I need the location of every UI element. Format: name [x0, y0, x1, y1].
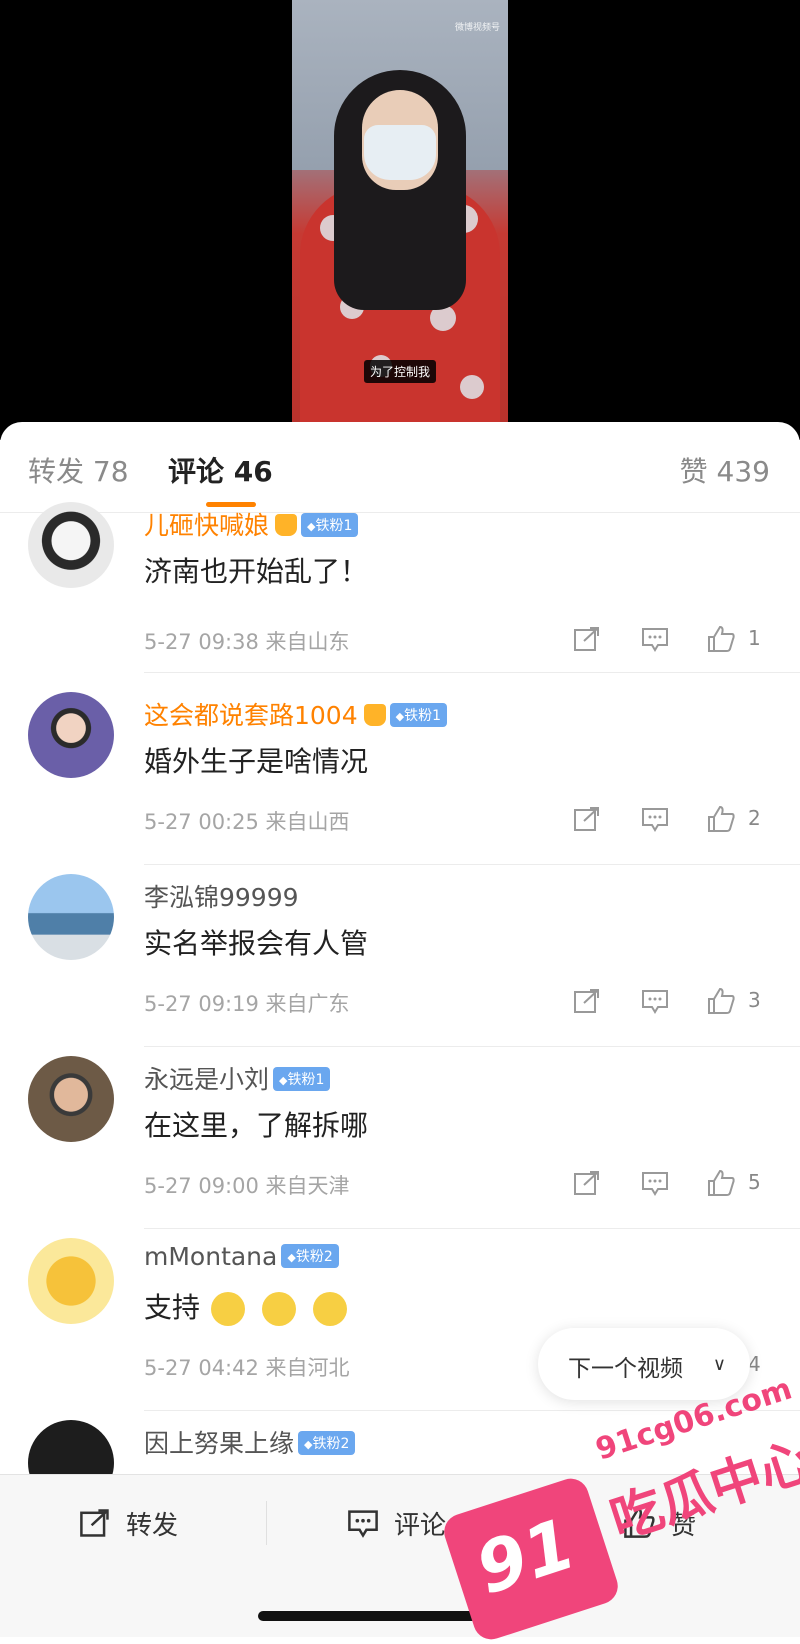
comment-text: 实名举报会有人管: [144, 927, 369, 960]
comment-username[interactable]: 永远是小刘铁粉1: [144, 1060, 331, 1096]
comment-meta: 5-27 00:25 来自山西: [144, 810, 350, 834]
comment-meta: 5-27 04:42 来自河北: [144, 1356, 350, 1380]
tab-like-count: 439: [716, 455, 770, 488]
video-watermark: 微博视频号: [454, 23, 500, 33]
reply-icon[interactable]: [640, 804, 670, 834]
emoji-icon: [210, 1292, 245, 1326]
thumbs-up-icon[interactable]: [706, 804, 736, 834]
username-text: 因上努果上缘: [144, 1429, 295, 1458]
site-watermark: 91cg06.com 吃瓜中心 91: [439, 1371, 800, 1644]
fan-badge: 铁粉1: [273, 1067, 331, 1091]
share-icon: [80, 1509, 109, 1537]
repost-label: 转发: [126, 1510, 179, 1541]
comment-username[interactable]: mMontana铁粉2: [144, 1242, 339, 1271]
avatar[interactable]: [28, 874, 114, 960]
watermark-number: 91: [466, 1502, 585, 1611]
share-icon[interactable]: [572, 1168, 602, 1198]
tab-comment[interactable]: 评论 46: [168, 450, 273, 490]
comment-username[interactable]: 李泓锦99999: [144, 878, 299, 914]
crown-icon: [363, 704, 386, 726]
username-text: 李泓锦99999: [144, 883, 299, 912]
comment-actions: 3: [572, 986, 772, 1020]
comment-text: 济南也开始乱了！: [144, 555, 369, 588]
share-icon[interactable]: [572, 624, 602, 654]
like-count: 5: [748, 1170, 761, 1194]
comment-icon: [348, 1510, 378, 1538]
thumbs-up-icon[interactable]: [706, 986, 736, 1016]
comment-meta: 5-27 09:19 来自广东: [144, 992, 350, 1016]
video-caption: 为了控制我: [363, 360, 437, 383]
comment-button[interactable]: 评论: [346, 1503, 446, 1543]
comment-actions: 5: [572, 1168, 772, 1202]
share-icon[interactable]: [572, 986, 602, 1016]
comment-item: 这会都说套路1004 铁粉1 婚外生子是啥情况 5-27 00:25 来自山西 2: [0, 692, 800, 872]
comment-item: 永远是小刘铁粉1 在这里，了解拆哪 5-27 09:00 来自天津 5: [0, 1056, 800, 1236]
reply-icon[interactable]: [640, 986, 670, 1016]
thumbs-up-icon[interactable]: [706, 1168, 736, 1198]
fan-badge: 铁粉1: [301, 513, 359, 537]
double-chevron-down-icon: ∨: [712, 1354, 726, 1375]
emoji-icon: [312, 1292, 347, 1326]
reply-icon[interactable]: [640, 624, 670, 654]
avatar[interactable]: [28, 502, 114, 588]
like-count: 1: [748, 626, 761, 650]
crown-icon: [275, 514, 298, 536]
thumbs-up-icon[interactable]: [706, 624, 736, 654]
tab-repost-label: 转发: [28, 455, 85, 488]
avatar[interactable]: [28, 1056, 114, 1142]
username-text: 永远是小刘: [144, 1065, 270, 1094]
username-text: 儿砸快喊娘: [144, 511, 270, 540]
comment-text: 支持: [144, 1286, 347, 1326]
comment-item: 李泓锦99999 实名举报会有人管 5-27 09:19 来自广东 3: [0, 874, 800, 1054]
tab-like[interactable]: 赞 439: [680, 450, 770, 490]
comment-text: 婚外生子是啥情况: [144, 745, 369, 778]
tab-bar: 转发 78 评论 46 赞 439: [0, 422, 800, 513]
comment-username[interactable]: 这会都说套路1004 铁粉1: [144, 696, 448, 732]
reply-icon[interactable]: [640, 1168, 670, 1198]
avatar[interactable]: [28, 692, 114, 778]
fan-badge: 铁粉2: [281, 1244, 339, 1268]
divider: [144, 864, 800, 865]
fan-badge: 铁粉1: [389, 703, 448, 727]
tab-comment-label: 评论: [168, 455, 225, 488]
comment-actions: 1: [572, 624, 772, 658]
comment-text: 在这里，了解拆哪: [144, 1109, 369, 1142]
tab-repost[interactable]: 转发 78: [28, 450, 129, 490]
divider: [266, 1501, 267, 1545]
tab-like-label: 赞: [679, 455, 708, 488]
emoji-icon: [261, 1292, 296, 1326]
tab-repost-count: 78: [92, 455, 129, 488]
fan-badge: 铁粉2: [298, 1431, 356, 1455]
username-text: mMontana: [144, 1242, 278, 1271]
share-icon[interactable]: [572, 804, 602, 834]
comment-text-content: 支持: [144, 1291, 201, 1324]
comment-meta: 5-27 09:00 来自天津: [144, 1174, 350, 1198]
comment-item: 儿砸快喊娘 铁粉1 济南也开始乱了！ 5-27 09:38 来自山东 1: [0, 502, 800, 682]
video-person-mask: [364, 125, 436, 180]
video-frame[interactable]: 微博视频号 为了控制我: [292, 0, 508, 425]
comment-actions: 2: [572, 804, 772, 838]
username-text: 这会都说套路1004: [144, 701, 358, 730]
watermark-logo: 91: [439, 1474, 623, 1644]
divider: [144, 1046, 800, 1047]
avatar[interactable]: [28, 1238, 114, 1324]
comment-username[interactable]: 儿砸快喊娘 铁粉1: [144, 506, 359, 542]
divider: [144, 1228, 800, 1229]
divider: [144, 672, 800, 673]
comment-meta: 5-27 09:38 来自山东: [144, 630, 350, 654]
tab-comment-count: 46: [233, 455, 273, 488]
repost-button[interactable]: 转发: [78, 1503, 178, 1543]
like-count: 3: [748, 988, 761, 1012]
video-player[interactable]: 微博视频号 为了控制我: [0, 0, 800, 440]
comment-username[interactable]: 因上努果上缘铁粉2: [144, 1424, 356, 1460]
comment-label: 评论: [394, 1510, 447, 1541]
like-count: 2: [748, 806, 761, 830]
